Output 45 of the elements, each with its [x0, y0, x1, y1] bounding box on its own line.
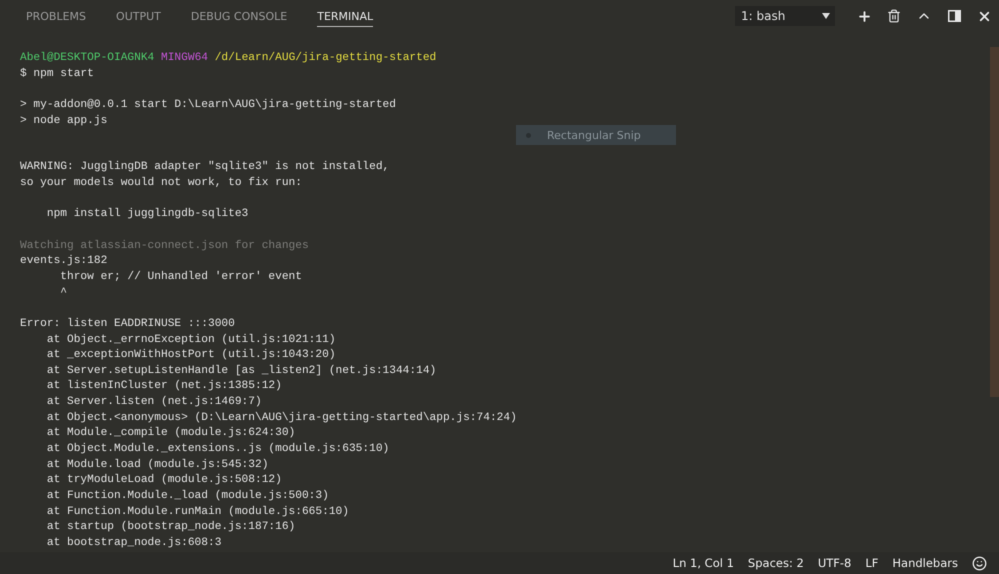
terminal-line: at Module._compile (module.js:624:30): [46, 426, 296, 442]
terminal-line: at _exceptionWithHostPort (util.js:1043:20): [46, 348, 337, 364]
terminal-line: at Server.listen (net.js:1469:7): [46, 395, 263, 410]
terminal-line: at listenInCluster (net.js:1385:12): [46, 379, 283, 394]
terminal-line: npm install jugglingdb-sqlite3: [46, 207, 250, 222]
panel-tab[interactable]: DEBUG CONSOLE: [190, 6, 288, 26]
status-item[interactable]: UTF-8: [818, 556, 852, 570]
terminal-line: at startup (bootstrap_node.js:187:16): [46, 520, 296, 536]
terminal-line: Watching atlassian-connect.json for changes: [20, 238, 310, 254]
smiley-icon[interactable]: [972, 556, 987, 570]
terminal-line: so your models would not work, to fix run:: [20, 176, 303, 192]
terminal-line: at bootstrap_node.js:608:3: [46, 536, 222, 551]
terminal-line: > node app.js: [20, 114, 108, 129]
terminal-line: at Function.Module._load (module.js:500:3): [46, 488, 330, 504]
terminal-line: at Object.Module._extensions..js (module.js:635:10): [46, 442, 390, 458]
terminal-line: at Object.<anonymous> (D:\Learn\AUG\jira-getting-started\app.js:74:24): [46, 410, 518, 426]
status-item[interactable]: Handlebars: [892, 556, 958, 570]
panel-icon: [948, 10, 960, 22]
terminal-line: throw er; // Unhandled 'error' event: [59, 270, 303, 285]
status-item[interactable]: LF: [865, 556, 878, 570]
trash-icon: [887, 9, 901, 23]
plus-icon: [856, 8, 872, 24]
trash-button[interactable]: [886, 8, 902, 24]
panel-tab[interactable]: TERMINAL: [317, 6, 374, 26]
terminal-line: at Module.load (module.js:545:32): [46, 458, 270, 473]
panel-tab[interactable]: PROBLEMS: [26, 6, 86, 26]
terminal-line: Error: listen EADDRINUSE :::3000: [20, 316, 236, 332]
terminal-line: > my-addon@0.0.1 start D:\Learn\AUG\jira-getting-started: [20, 98, 397, 113]
panel-layout-button[interactable]: [946, 8, 962, 24]
panel-tab[interactable]: OUTPUT: [116, 6, 161, 26]
terminal-line: at Object._errnoException (util.js:1021:11): [46, 332, 337, 348]
snip-label: Rectangular Snip: [547, 128, 641, 142]
terminal-line: events.js:182: [20, 254, 108, 270]
status-item[interactable]: Ln 1, Col 1: [672, 556, 734, 570]
terminal-line: $ npm start: [20, 66, 95, 82]
terminal-line: at Function.Module.runMain (module.js:665:10): [46, 504, 350, 520]
terminal-select[interactable]: 1: bash: [735, 6, 835, 26]
terminal-line: ^: [59, 286, 68, 301]
terminal-line: at Server.setupListenHandle [as _listen2] (net.js:1344:14): [46, 364, 438, 379]
caret-icon: [822, 13, 830, 19]
terminal-line: at tryModuleLoad (module.js:508:12): [46, 473, 283, 488]
status-item[interactable]: Spaces: 2: [748, 556, 804, 570]
prompt-line: Abel@DESKTOP-OIAGNK4 MINGW64 /d/Learn/AUG/jira-getting-started: [20, 51, 438, 66]
terminal-line: WARNING: JugglingDB adapter "sqlite3" is not installed,: [20, 160, 390, 176]
scrollbar[interactable]: [990, 47, 999, 397]
